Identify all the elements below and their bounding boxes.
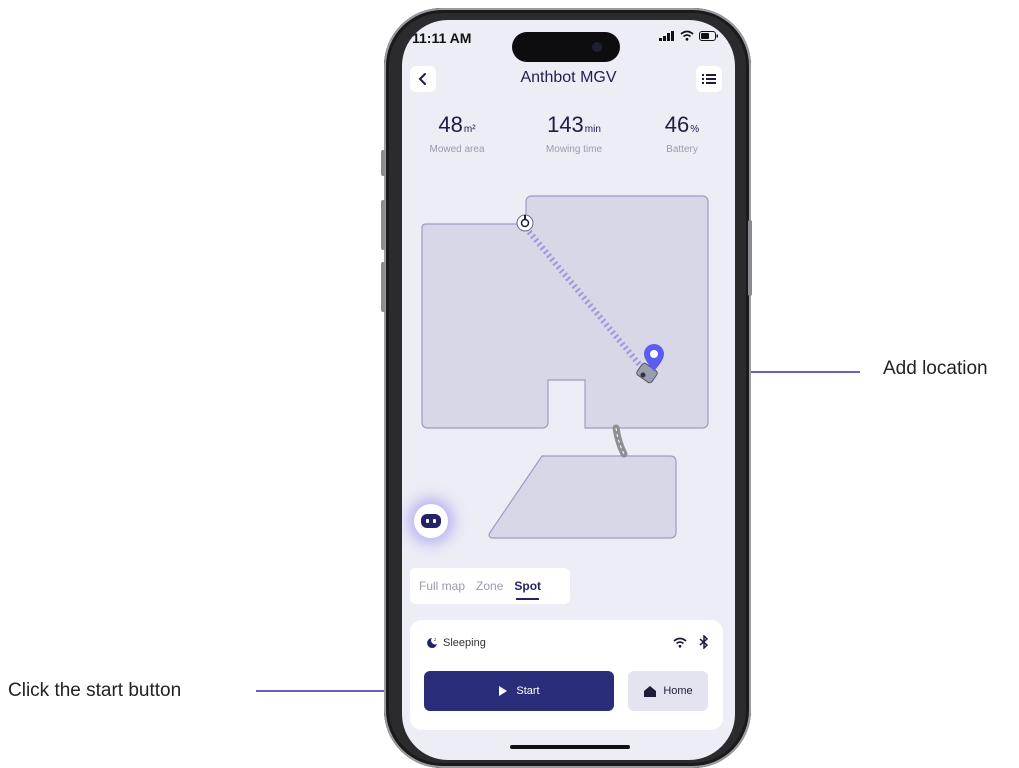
home-icon (644, 685, 657, 697)
menu-button[interactable] (696, 66, 722, 92)
stat-label: Battery (666, 144, 698, 155)
action-button (381, 150, 385, 176)
stat-value: 143 (547, 112, 584, 137)
start-button-label: Start (516, 685, 540, 697)
annotation-click-start: Click the start button (8, 680, 182, 701)
stat-label: Mowed area (429, 144, 485, 155)
cellular-signal-icon (659, 30, 674, 41)
svg-text:z: z (434, 637, 436, 642)
stat-value: 48 (438, 112, 463, 137)
stat-battery: 46% Battery (632, 112, 732, 155)
page-title: Anthbot MGV (520, 69, 617, 86)
status-icons (659, 30, 719, 41)
tab-spot[interactable]: Spot (514, 579, 541, 600)
volume-up-button (381, 200, 385, 250)
connecting-path (612, 424, 628, 458)
play-icon (499, 686, 508, 696)
home-button[interactable]: Home (628, 671, 708, 711)
charging-station-icon (516, 214, 534, 232)
stat-unit: % (690, 124, 700, 135)
stat-value: 46 (664, 112, 690, 137)
status-text: Sleeping (443, 637, 486, 649)
lawn-zone-secondary[interactable] (488, 455, 677, 539)
power-button (748, 220, 752, 296)
annotation-add-location: Add location (883, 358, 988, 379)
wifi-icon (673, 637, 687, 648)
status-time: 11:11 AM (412, 30, 472, 46)
lawn-map[interactable] (402, 190, 735, 570)
stat-mowing-time: 143min Mowing time (524, 112, 624, 155)
list-menu-icon (702, 74, 716, 84)
battery-status-icon (699, 30, 718, 41)
sleep-status: z Sleeping (426, 637, 486, 649)
connectivity-icons (673, 635, 709, 649)
tab-zone[interactable]: Zone (476, 579, 503, 593)
app-screen: 11:11 AM Anthbot MGV 48m² Mowed area 143… (402, 20, 735, 760)
bluetooth-icon (699, 635, 709, 649)
dynamic-island (512, 32, 620, 62)
home-indicator (510, 745, 630, 749)
volume-down-button (381, 262, 385, 312)
wifi-status-icon (680, 30, 694, 41)
lawn-zone-main[interactable] (421, 195, 709, 429)
robot-face-icon (421, 514, 441, 528)
control-panel: z Sleeping Start Home (410, 620, 723, 730)
stat-label: Mowing time (545, 144, 603, 155)
stat-unit: m² (463, 124, 476, 135)
stat-unit: min (584, 124, 601, 135)
map-mode-tabs: Full map Zone Spot (410, 568, 570, 604)
start-button[interactable]: Start (424, 671, 614, 711)
stat-mowed-area: 48m² Mowed area (407, 112, 507, 155)
home-button-label: Home (663, 685, 693, 697)
tab-full-map[interactable]: Full map (419, 579, 465, 593)
assistant-robot-button[interactable] (414, 504, 448, 538)
sleep-moon-icon: z (427, 637, 437, 648)
